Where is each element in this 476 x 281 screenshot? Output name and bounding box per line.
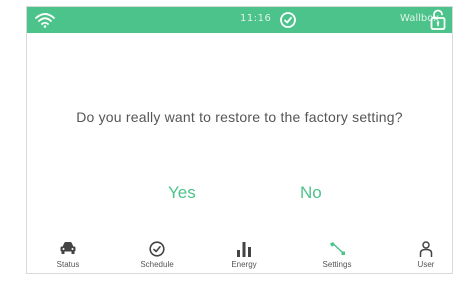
status-bar: 11:16 Wallbox [27,7,452,33]
user-icon [418,240,434,262]
nav-item-status[interactable]: Status [33,239,103,273]
app-screen: 11:16 Wallbox Do you really want to rest… [26,6,453,274]
wrench-icon [327,240,347,262]
yes-button[interactable]: Yes [168,183,196,203]
nav-label-status: Status [56,260,80,269]
schedule-clock-icon [148,240,166,262]
clock-time: 11:16 [240,13,272,24]
unlock-icon[interactable] [429,9,447,35]
no-button[interactable]: No [300,183,322,203]
car-icon [59,240,77,260]
nav-item-user[interactable]: User [391,239,452,273]
nav-label-schedule: Schedule [140,260,174,269]
confirm-message: Do you really want to restore to the fac… [76,109,403,125]
wifi-icon [34,11,56,33]
bar-chart-icon [235,240,253,262]
bottom-nav: Status Schedule Energy Settings User [27,239,452,273]
nav-item-schedule[interactable]: Schedule [122,239,192,273]
clock-icon [279,11,297,33]
nav-item-energy[interactable]: Energy [209,239,279,273]
nav-label-user: User [417,260,435,269]
nav-label-energy: Energy [231,260,257,269]
nav-label-settings: Settings [322,260,352,269]
nav-item-settings[interactable]: Settings [302,239,372,273]
